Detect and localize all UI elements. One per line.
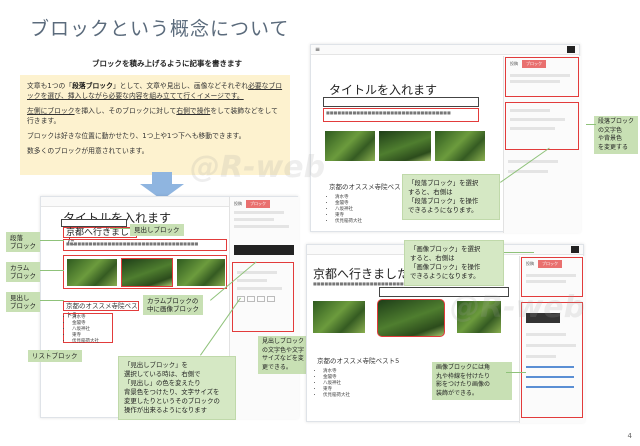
label-heading-block: 見出しブロック — [130, 224, 184, 236]
label-list-block: リストブロック — [28, 350, 82, 362]
callout-image-block: 「画像ブロック」を選択 すると、右側は 「画像ブロック」を操作 できるようになり… — [404, 240, 504, 286]
menu-icon[interactable]: ≡ — [315, 46, 320, 53]
intro-underlined: 右側で操作 — [176, 107, 211, 115]
list-block[interactable]: 清水寺 金閣寺 八坂神社 東寺 伏見稲荷大社 — [335, 195, 362, 225]
image-2-selected[interactable] — [377, 299, 445, 337]
image-1[interactable] — [325, 131, 375, 161]
tab-block[interactable]: ブロック — [522, 60, 546, 68]
intro-text: 文章も1つの「 — [27, 82, 73, 90]
intro-text: 」として、文章や見出し、画像などそれぞれ — [112, 82, 249, 90]
list-item: 伏見稲荷大社 — [72, 339, 112, 345]
note-image-side: 画像ブロックには角 丸や枠線を付けたり 影をつけたり画像の 装飾ができる。 — [432, 362, 512, 400]
label-heading-block-2: 見出し ブロック — [6, 292, 40, 312]
sidebar-block-card: 投稿 ブロック — [505, 57, 579, 97]
watermark: @R-web — [450, 290, 586, 325]
column-block[interactable] — [63, 255, 227, 289]
editor-sidebar: 投稿 ブロック — [229, 197, 299, 419]
heading-2-text: 京都のオススメ寺院ベスト5 — [317, 357, 400, 365]
settings-icon[interactable] — [571, 246, 579, 253]
intro-bold: 段落ブロック — [72, 82, 113, 90]
image-1[interactable] — [313, 301, 365, 333]
page-title: ブロックという概念について — [30, 18, 290, 40]
list-block[interactable]: 清水寺 金閣寺 八坂神社 東寺 伏見稲荷大社 — [323, 369, 350, 399]
note-paragraph-side: 段落ブロック の文字色 や背景色 を変更する — [594, 116, 638, 154]
intro-paragraph-1: 文章も1つの「段落ブロック」として、文章や見出し、画像などそれぞれ必要なブロック… — [27, 81, 283, 101]
heading-block-2[interactable]: 京都のオススメ寺院ベスト5 — [63, 301, 139, 319]
intro-paragraph-2: 左側にブロックを挿入し、そのブロックに対して右側で操作をして装飾などをして行きま… — [27, 106, 283, 126]
paragraph-block[interactable]: ■■■■■■■■■■■■■■■■■■■■■■■■■■■■■■■■■■■ — [63, 239, 227, 251]
image-2[interactable] — [379, 131, 431, 161]
list-item: 伏見稲荷大社 — [335, 219, 362, 225]
label-image-in-column: カラムブロックの 中に画像ブロック — [143, 295, 203, 315]
callout-heading-block: 「見出しブロック」を 選択している時は、右側で 「見出し」の色を変えたり 背景色… — [118, 356, 236, 420]
sidebar-tabs: 投稿 ブロック — [230, 200, 299, 208]
tab-block[interactable]: ブロック — [538, 260, 562, 268]
tab-post[interactable]: 投稿 — [506, 60, 522, 68]
block-toolbar[interactable] — [61, 219, 127, 227]
intro-paragraph-3: ブロックは好きな位置に動かせたり、1つ上や1つ下へも移動できます。 — [27, 132, 246, 140]
intro-underlined: 左側にブロック — [27, 107, 75, 115]
page-number: 4 — [627, 432, 632, 440]
image-3[interactable] — [435, 131, 485, 161]
label-paragraph-block: 段落 ブロック — [6, 232, 40, 252]
editor-toolbar: ≡ — [311, 45, 579, 55]
list-block[interactable]: 清水寺 金閣寺 八坂神社 東寺 伏見稲荷大社 — [63, 313, 113, 345]
editor-post-title: 京都へ行きました — [313, 267, 410, 281]
sidebar-style-option[interactable] — [234, 245, 294, 255]
label-column-block: カラム ブロック — [6, 262, 40, 282]
sidebar-color-settings[interactable] — [505, 102, 579, 150]
paragraph-block[interactable]: ■■■■■■■■■■■■■■■■■■■■■■■■■■■■■■■■■ — [323, 108, 479, 122]
column-image-2[interactable] — [121, 258, 173, 287]
column-image-1[interactable] — [67, 259, 117, 286]
tab-block[interactable]: ブロック — [246, 200, 270, 208]
settings-icon[interactable] — [567, 46, 575, 53]
heading-2-text: 京都のオススメ寺院ベスト5 — [329, 183, 412, 191]
editor-sidebar: 投稿 ブロック — [519, 256, 585, 423]
intro-text: を挿入し、そのブロックに対して — [74, 107, 177, 115]
editor-post-title: タイトルを入れます — [329, 83, 438, 97]
list-item: 伏見稲荷大社 — [323, 393, 350, 399]
callout-paragraph-block: 「段落ブロック」を選択 すると、右側は 「段落ブロック」を操作 できるようになり… — [402, 174, 500, 220]
tab-post[interactable]: 投稿 — [230, 200, 246, 208]
watermark: @R-web — [190, 150, 326, 185]
editor-sidebar: 投稿 ブロック — [503, 56, 581, 233]
page-subtitle: ブロックを積み上げるように記事を書きます — [92, 59, 242, 68]
tab-post[interactable]: 投稿 — [522, 260, 538, 268]
column-image-3[interactable] — [177, 259, 225, 286]
block-toolbar[interactable] — [323, 97, 479, 107]
